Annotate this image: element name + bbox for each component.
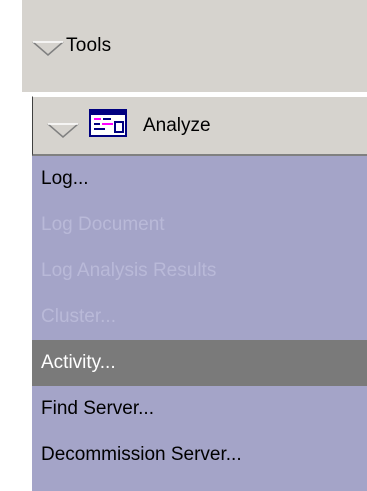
menu-item-decommission-server[interactable]: Decommission Server...	[32, 432, 367, 478]
analyze-panel: Analyze Log... Log Document Log Analysis…	[30, 96, 367, 491]
menu-item-activity[interactable]: Activity...	[32, 340, 367, 386]
analyze-window-icon	[89, 108, 127, 137]
tools-label: Tools	[66, 35, 112, 56]
menu-item-log[interactable]: Log...	[32, 156, 367, 202]
menu-item-log-document: Log Document	[41, 214, 165, 235]
chevron-down-icon[interactable]	[47, 121, 79, 139]
analyze-section-header[interactable]: Analyze	[32, 96, 367, 156]
menu-item-find-server[interactable]: Find Server...	[32, 386, 367, 432]
tools-section-header[interactable]: Tools	[22, 0, 367, 92]
menu-item-log-analysis-results: Log Analysis Results	[41, 260, 217, 281]
menu-item-cluster: Cluster...	[41, 306, 116, 327]
analyze-menu: Log... Log Document Log Analysis Results…	[32, 156, 367, 478]
chevron-down-icon[interactable]	[32, 39, 64, 57]
analyze-label: Analyze	[143, 114, 211, 136]
